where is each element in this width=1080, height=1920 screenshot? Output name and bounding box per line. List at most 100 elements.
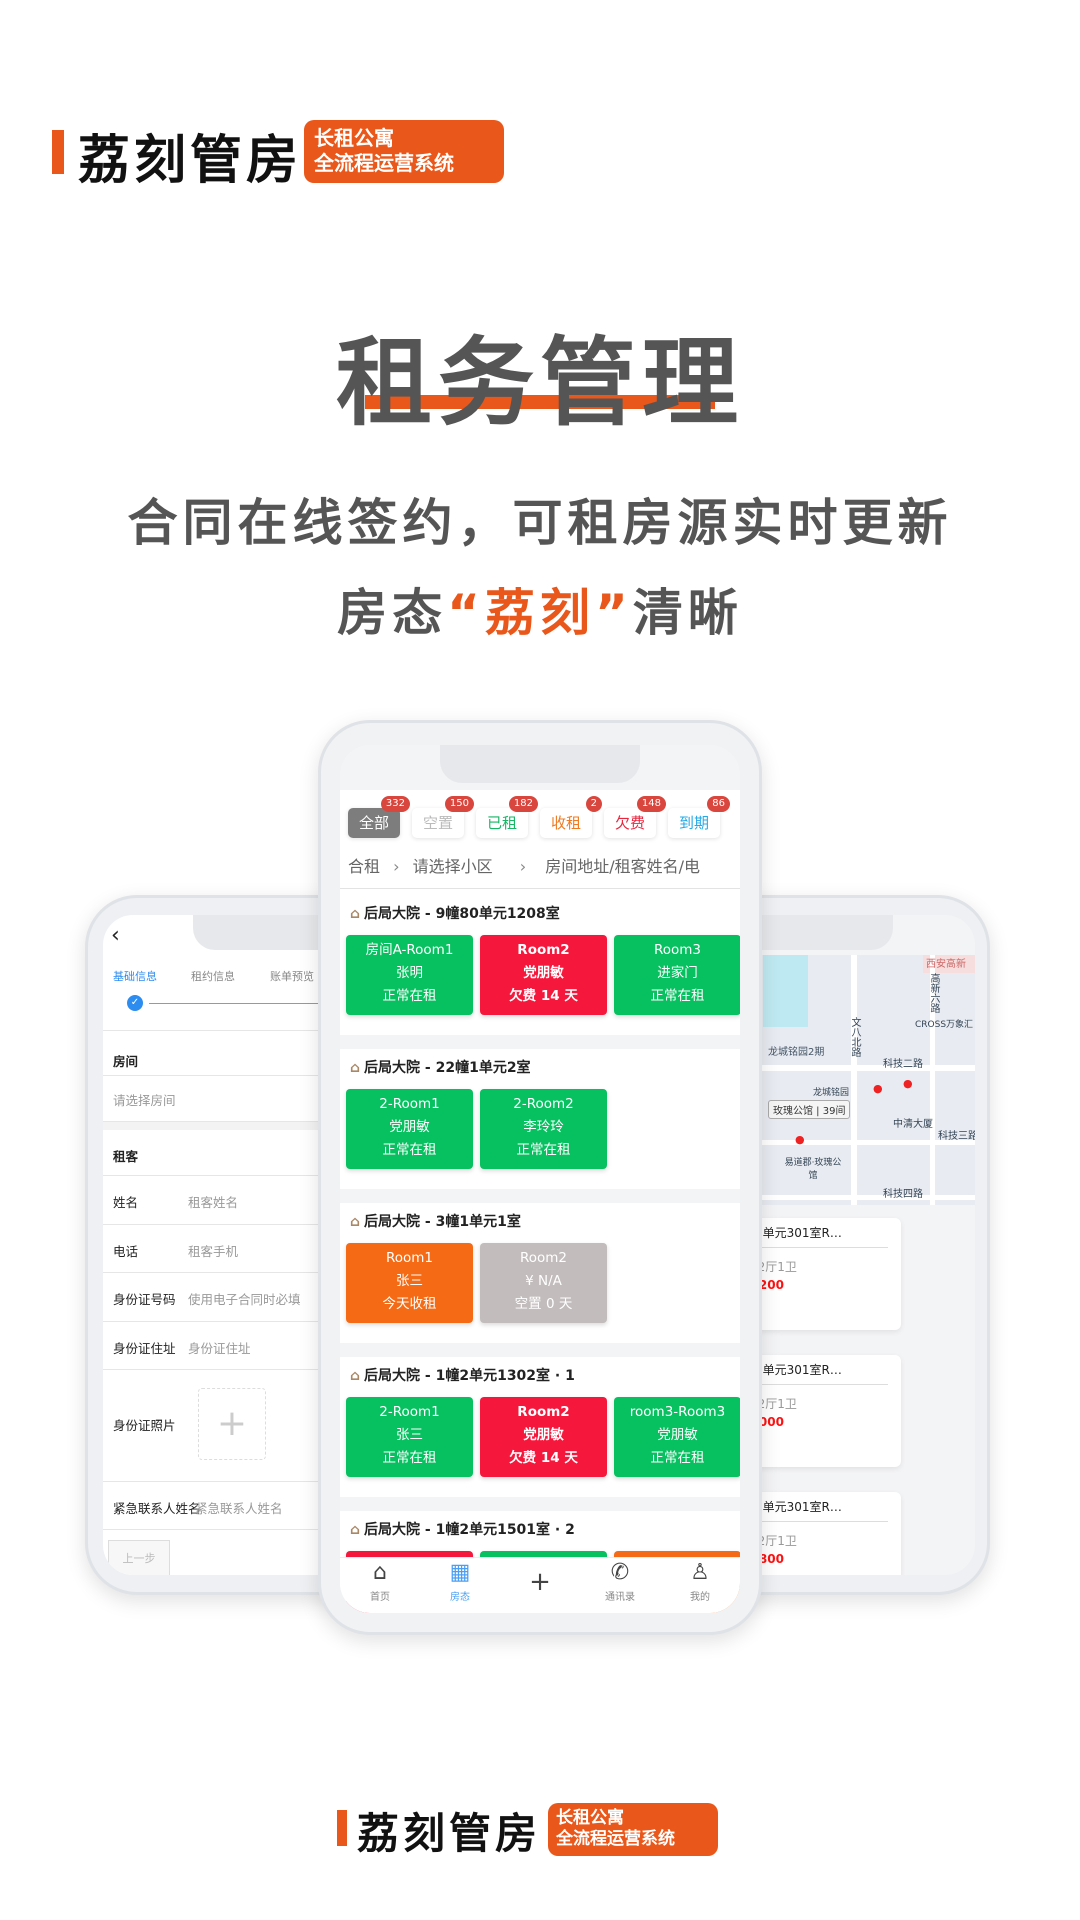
field-input[interactable]: 使用电子合同时必填 [188, 1289, 301, 1308]
nav-label: 通讯录 [605, 1592, 635, 1603]
nav-home[interactable]: ⌂ 首页 [340, 1558, 420, 1613]
form-field-row[interactable]: 身份证住址 身份证住址 [103, 1321, 343, 1370]
map-road [851, 955, 857, 1205]
room-name: Room2 [517, 942, 570, 958]
form-field-row[interactable]: 姓名 租客姓名 [103, 1176, 343, 1225]
house-icon: ⌂ [350, 906, 361, 922]
step-tab-bill[interactable]: 账单预览 [270, 968, 314, 984]
room-tenant: 进家门 [657, 965, 698, 981]
room-status: 正常在租 [516, 1142, 571, 1158]
notch [440, 745, 640, 783]
filter-tab-4[interactable]: 欠费 148 [604, 796, 666, 838]
room-group-address: 后局大院 - 22幢1单元2室 [364, 1060, 531, 1076]
community-selector[interactable]: 请选择小区 [413, 857, 493, 876]
room-tenant: 张三 [396, 1273, 423, 1289]
emergency-contact-row[interactable]: 紧急联系人姓名 紧急联系人姓名 [103, 1482, 343, 1530]
map-pin-icon[interactable]: ● [903, 1077, 913, 1090]
count-badge: 2 [585, 796, 602, 812]
filter-tab-2[interactable]: 已租 182 [476, 796, 538, 838]
room-tenant: 李玲玲 [523, 1119, 564, 1135]
emergency-input[interactable]: 紧急联系人姓名 [195, 1498, 283, 1517]
footer-brand-name: 荔刻管房 [357, 1809, 542, 1858]
subtitle-line-2: 房态“荔刻”清晰 [0, 573, 1080, 645]
map-label: 科技四路 [883, 1189, 923, 1200]
count-badge: 182 [508, 796, 538, 812]
search-input[interactable]: 房间地址/租客姓名/电 [545, 857, 700, 876]
nav-phone-book[interactable]: ✆ 通讯录 [580, 1558, 660, 1613]
field-label: 姓名 [113, 1195, 139, 1210]
room-card[interactable]: 房间A-Room1 张明 正常在租 [346, 935, 473, 1015]
room-group-title: ⌂ 后局大院 - 22幢1单元2室 [350, 1057, 531, 1077]
grid-icon: ▦ [449, 1560, 471, 1585]
phone-book-icon: ✆ [610, 1560, 630, 1585]
filter-tab-1[interactable]: 空置 150 [412, 796, 474, 838]
room-name: Room2 [519, 1250, 568, 1266]
filter-tab-3[interactable]: 收租 2 [540, 796, 602, 838]
logo-accent-bar [52, 130, 64, 174]
field-input[interactable]: 租客手机 [188, 1241, 238, 1260]
filter-tab-0[interactable]: 全部 332 [348, 796, 410, 838]
room-tenant: 党朋敏 [523, 1427, 564, 1443]
room-status-screen: 全部 332 空置 150 已租 182 收租 2 欠费 148 到期 86 合租 › 请选择小区 ›… [340, 745, 740, 1613]
step-tab-lease[interactable]: 租约信息 [191, 968, 235, 984]
chevron-right-icon: › [393, 857, 400, 876]
room-card[interactable]: Room1 张三 今天收租 [346, 1243, 473, 1323]
brand-name: 荔刻管房 [78, 131, 303, 191]
subtitle-line-1: 合同在线签约，可租房源实时更新 [127, 494, 953, 552]
room-card[interactable]: room3-Room3 党朋敏 正常在租 [614, 1397, 740, 1477]
room-card[interactable]: 2-Room1 张三 正常在租 [346, 1397, 473, 1477]
map-label: 龙城铭园 [813, 1088, 850, 1098]
map-pin-icon[interactable]: ● [795, 1133, 805, 1146]
step-tab-basic[interactable]: 基础信息 [113, 968, 157, 984]
footer-logo-bar [337, 1810, 347, 1846]
form-field-row[interactable]: 身份证号码 使用电子合同时必填 [103, 1273, 343, 1322]
field-input[interactable]: 身份证住址 [188, 1338, 251, 1357]
filter-tab-5[interactable]: 到期 86 [668, 796, 730, 838]
map-callout[interactable]: 玫瑰公馆 | 39间 [768, 1100, 851, 1119]
house-icon: ⌂ [350, 1214, 361, 1230]
room-card[interactable]: Room2 党朋敏 欠费 14 天 [480, 1397, 607, 1477]
room-name: Room2 [517, 1404, 570, 1420]
step-line [149, 1003, 339, 1004]
room-group-title: ⌂ 后局大院 - 3幢1单元1室 [350, 1211, 521, 1231]
rent-type-selector[interactable]: 合租 [348, 857, 380, 876]
room-status: 正常在租 [382, 1142, 437, 1158]
room-group-title: ⌂ 后局大院 - 9幢80单元1208室 [350, 903, 560, 923]
nav-label: 首页 [370, 1592, 390, 1603]
room-select[interactable]: 请选择房间 [103, 1076, 343, 1122]
map-label: 科技三路 [938, 1131, 975, 1142]
map-pin-icon[interactable]: ● [873, 1082, 883, 1095]
back-icon[interactable]: ‹ [111, 923, 120, 948]
room-tenant: ¥ N/A [525, 1273, 562, 1289]
room-name: 2-Room1 [379, 1404, 440, 1420]
room-name: Room3 [653, 942, 702, 958]
nav-plus[interactable]: + [500, 1558, 580, 1613]
footer-brand-tagline: 长租公寓 全流程运营系统 [548, 1803, 718, 1856]
room-card[interactable]: 2-Room1 党朋敏 正常在租 [346, 1089, 473, 1169]
form-field-row[interactable]: 电话 租客手机 [103, 1224, 343, 1273]
nav-grid[interactable]: ▦ 房态 [420, 1558, 500, 1613]
nav-user[interactable]: ♙ 我的 [660, 1558, 740, 1613]
map-water [763, 955, 808, 1027]
room-card[interactable]: 2-Room2 李玲玲 正常在租 [480, 1089, 607, 1169]
room-card[interactable]: Room3 进家门 正常在租 [614, 935, 740, 1015]
home-icon: ⌂ [373, 1560, 387, 1585]
room-status: 欠费 14 天 [509, 988, 578, 1004]
room-group-title: ⌂ 后局大院 - 1幢2单元1302室 · 1 [350, 1365, 575, 1385]
room-card[interactable]: Room2 ¥ N/A 空置 0 天 [480, 1243, 607, 1323]
room-name: Room1 [385, 1250, 434, 1266]
room-name: 2-Room1 [379, 1096, 440, 1112]
room-section-label: 房间 [113, 1054, 139, 1069]
field-input[interactable]: 租客姓名 [188, 1192, 238, 1211]
divider [340, 888, 740, 889]
room-group: ⌂ 后局大院 - 1幢2单元1302室 · 1 2-Room1 张三 正常在租 Room2… [340, 1357, 740, 1497]
upload-photo-button[interactable]: + [198, 1388, 266, 1460]
step-check-icon: ✓ [127, 995, 143, 1011]
room-card[interactable]: Room2 党朋敏 欠费 14 天 [480, 935, 607, 1015]
prev-step-button[interactable]: 上一步 [108, 1540, 170, 1575]
id-photo-row: 身份证照片 + [103, 1370, 343, 1482]
page-title: 租务管理 [336, 327, 744, 439]
room-group-title: ⌂ 后局大院 - 1幢2单元1501室 · 2 [350, 1519, 575, 1539]
room-tenant: 党朋敏 [657, 1427, 698, 1443]
map-label: 科技二路 [883, 1059, 923, 1070]
